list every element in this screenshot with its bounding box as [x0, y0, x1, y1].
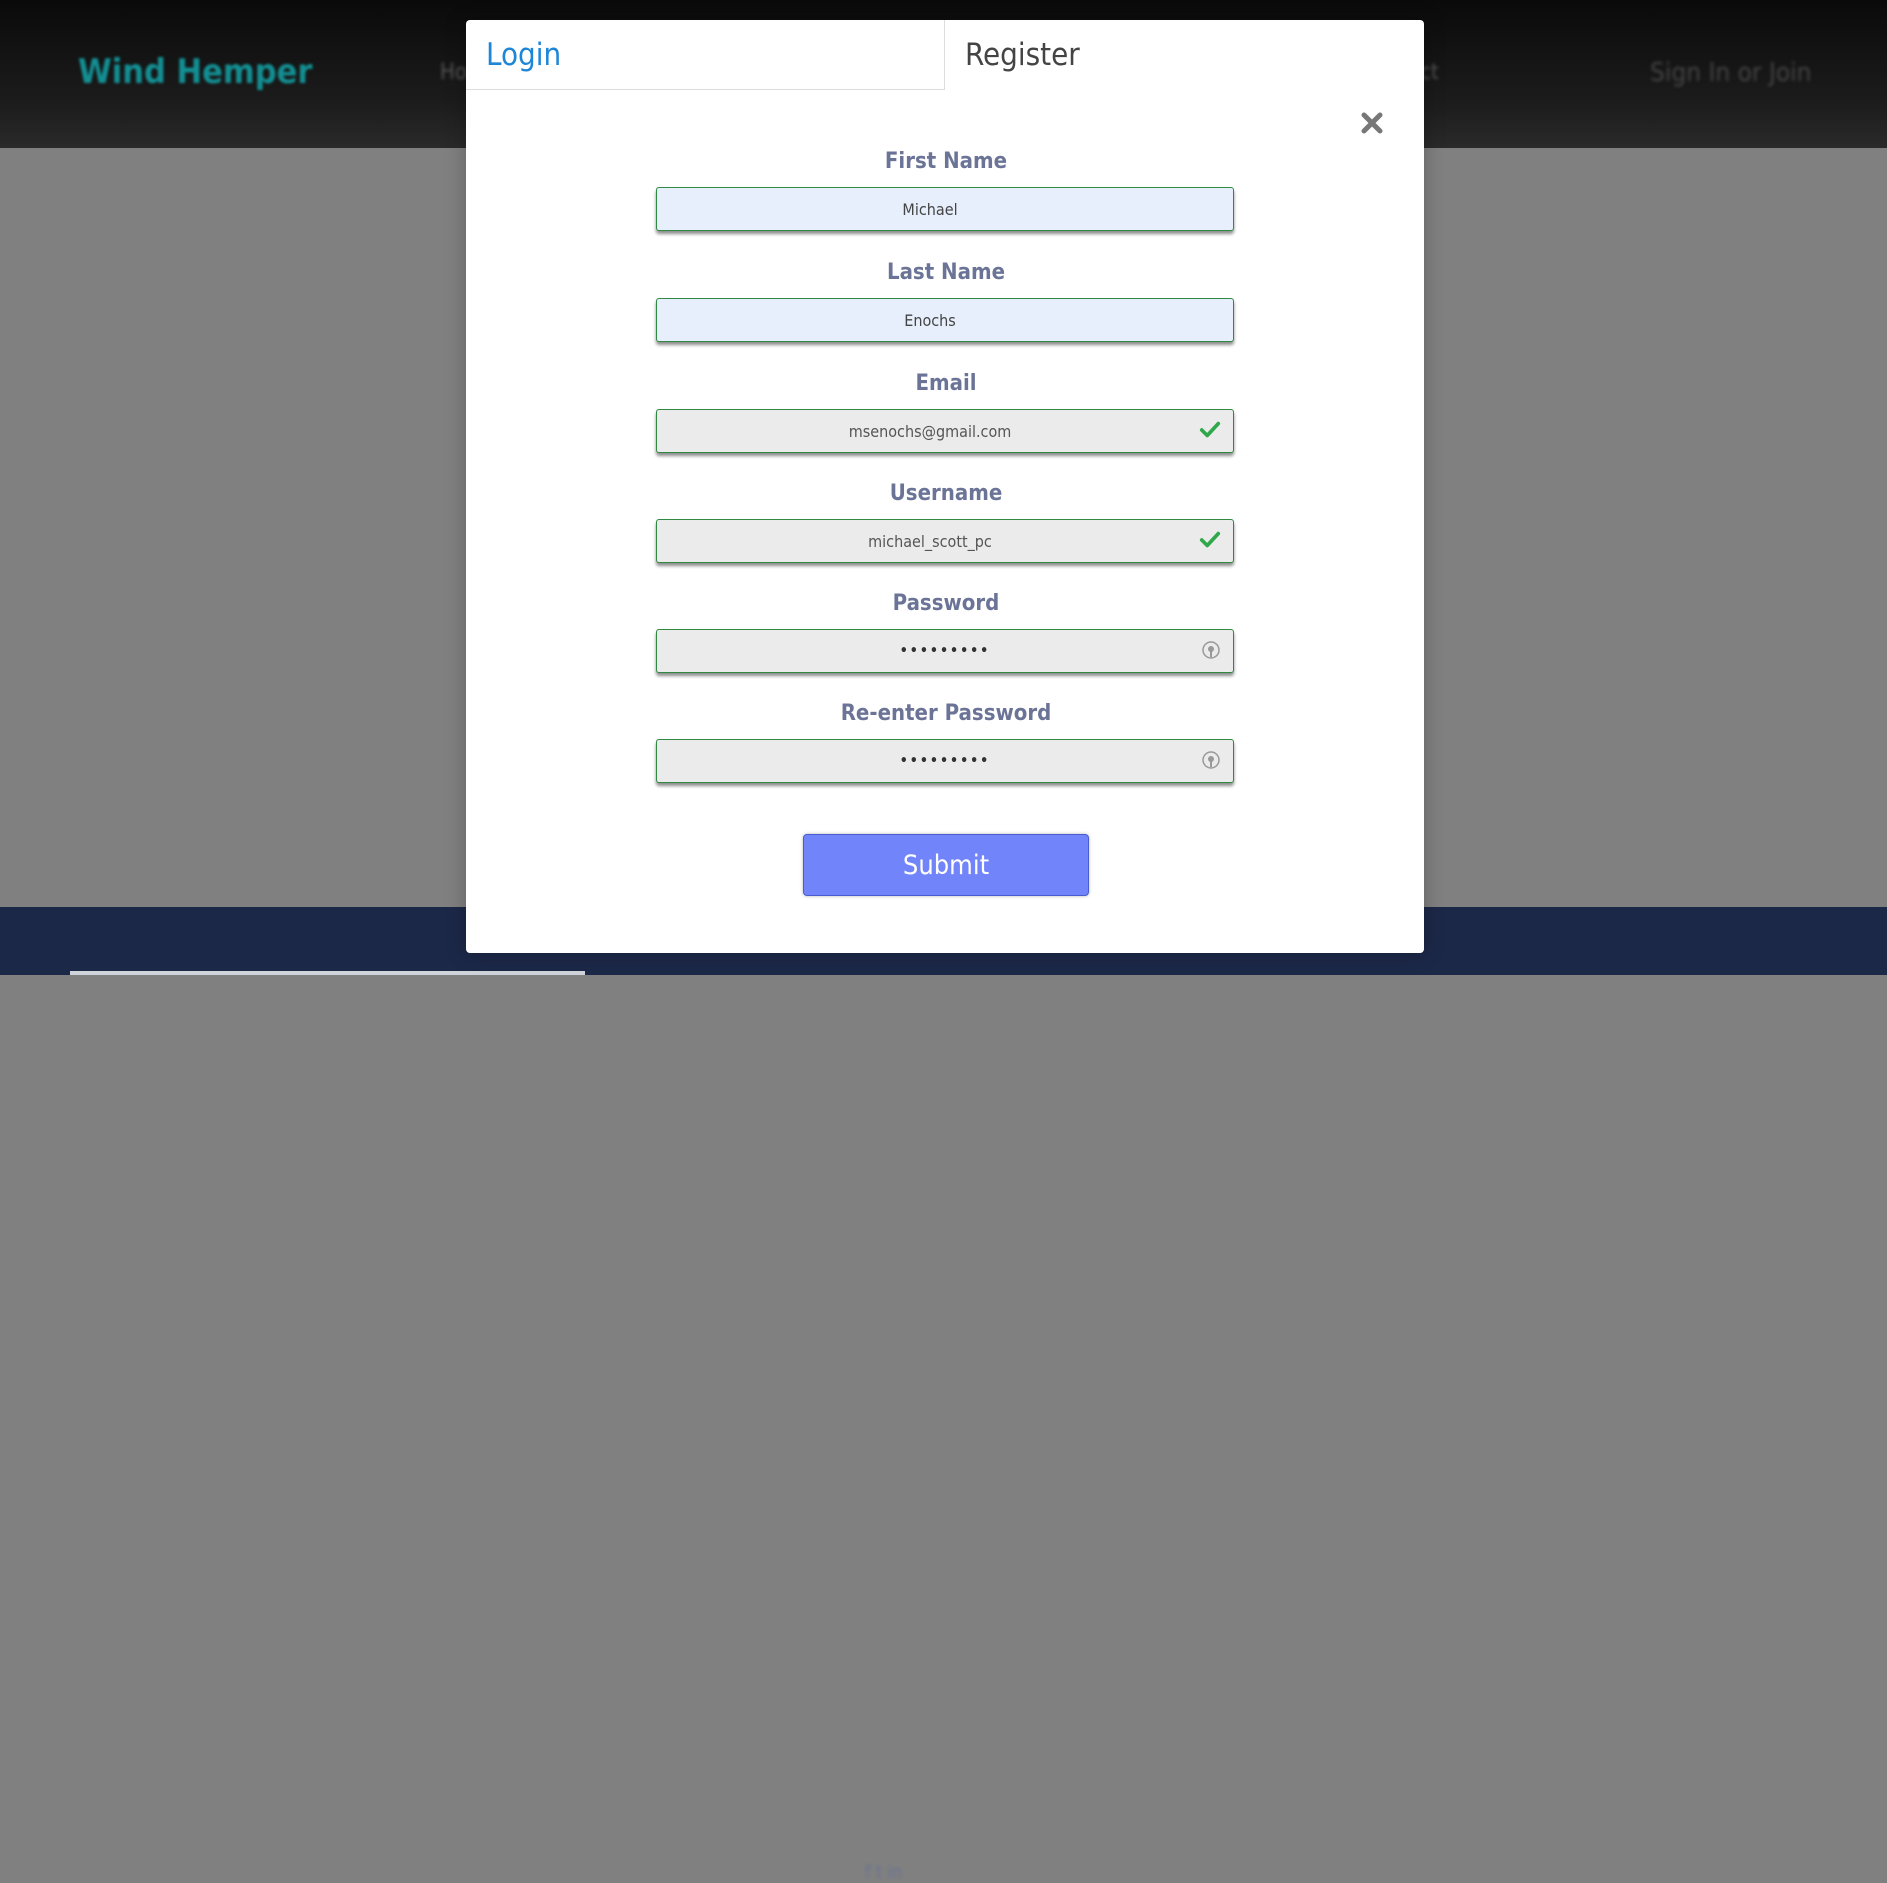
check-icon [1199, 531, 1221, 548]
tab-login[interactable]: Login [466, 20, 945, 90]
footer-social-links[interactable]: f t in [865, 1862, 902, 1883]
first-name-value: Michael [902, 199, 958, 219]
first-name-group: First Name Michael [656, 147, 1236, 231]
modal-tabs: Login Register [466, 20, 1424, 90]
password-input[interactable]: ••••••••• [656, 629, 1234, 673]
first-name-input[interactable]: Michael [656, 187, 1234, 231]
tab-register[interactable]: Register [945, 20, 1424, 90]
submit-button[interactable]: Submit [803, 834, 1089, 896]
close-icon-glyph [1361, 112, 1383, 134]
email-group: Email msenochs@gmail.com [656, 369, 1236, 453]
username-group: Username michael_scott_pc [656, 479, 1236, 563]
email-value: msenochs@gmail.com [848, 421, 1012, 441]
password-value: ••••••••• [899, 643, 991, 659]
nav-item-home[interactable]: Ho [440, 60, 467, 85]
username-value: michael_scott_pc [868, 531, 992, 551]
password-label: Password [892, 591, 1000, 616]
password-key-icon[interactable] [1201, 750, 1221, 770]
check-icon [1199, 421, 1221, 438]
register-modal: Login Register First Name Michael Last N… [466, 20, 1424, 953]
password-group: Password ••••••••• [656, 589, 1236, 673]
signin-link[interactable]: Sign In or Join [1650, 58, 1811, 88]
reenter-password-group: Re-enter Password ••••••••• [656, 699, 1236, 783]
reenter-password-input[interactable]: ••••••••• [656, 739, 1234, 783]
reenter-password-value: ••••••••• [899, 753, 991, 769]
footer-divider [70, 971, 585, 975]
brand-logo[interactable]: Wind Hemper [78, 52, 313, 92]
last-name-label: Last Name [886, 260, 1006, 285]
last-name-group: Last Name Enochs [656, 258, 1236, 342]
username-label: Username [889, 481, 1003, 506]
email-input[interactable]: msenochs@gmail.com [656, 409, 1234, 453]
last-name-input[interactable]: Enochs [656, 298, 1234, 342]
username-input[interactable]: michael_scott_pc [656, 519, 1234, 563]
email-label: Email [915, 371, 977, 396]
reenter-password-label: Re-enter Password [840, 701, 1052, 726]
last-name-value: Enochs [904, 310, 956, 330]
close-icon[interactable] [1356, 110, 1388, 142]
password-key-icon[interactable] [1201, 640, 1221, 660]
first-name-label: First Name [884, 149, 1008, 174]
